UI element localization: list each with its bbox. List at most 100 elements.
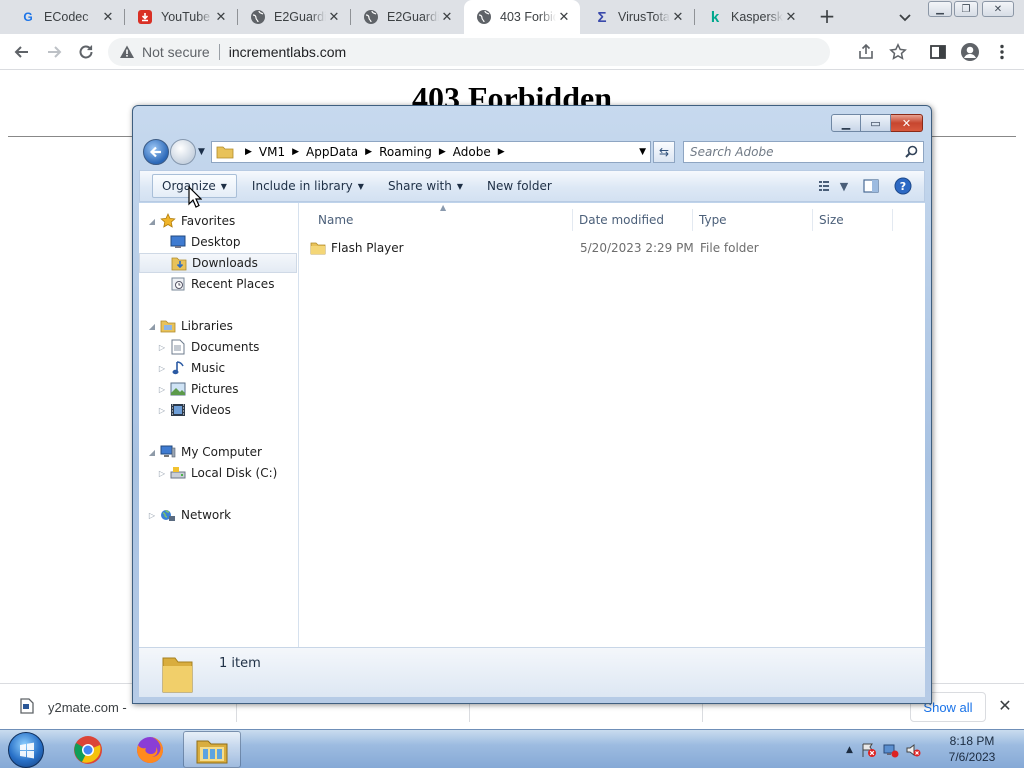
warning-icon[interactable] xyxy=(118,44,136,60)
tab-kaspersky[interactable]: k Kaspersky ✕ xyxy=(695,0,807,34)
include-in-library-button[interactable]: Include in library ▼ xyxy=(243,174,373,198)
new-tab-button[interactable]: + xyxy=(816,6,838,28)
close-tab-icon[interactable]: ✕ xyxy=(326,9,342,25)
nav-item-documents[interactable]: ▷ Documents xyxy=(157,337,259,357)
collapse-arrow-icon[interactable]: ◢ xyxy=(147,448,157,457)
action-center-flag-icon[interactable] xyxy=(861,742,877,758)
search-icon[interactable] xyxy=(905,145,918,161)
nav-my-computer[interactable]: ◢ My Computer xyxy=(147,442,262,462)
file-row[interactable]: Flash Player 5/20/2023 2:29 PM File fold… xyxy=(310,237,910,259)
close-tab-icon[interactable]: ✕ xyxy=(556,9,572,25)
volume-muted-icon[interactable] xyxy=(905,742,921,758)
close-icon[interactable]: ✕ xyxy=(996,698,1014,716)
column-header-type[interactable]: Type xyxy=(693,209,813,231)
breadcrumb-item[interactable]: Adobe xyxy=(453,145,491,159)
column-header-name[interactable]: Name ▲ xyxy=(312,203,573,231)
expand-arrow-icon[interactable]: ▷ xyxy=(157,385,167,394)
clock[interactable]: 8:18 PM 7/6/2023 xyxy=(930,733,1014,765)
chevron-right-icon[interactable]: ▶ xyxy=(365,147,372,157)
close-tab-icon[interactable]: ✕ xyxy=(100,9,116,25)
tab-e2guardian-1[interactable]: E2Guardian ✕ xyxy=(238,0,350,34)
minimize-button[interactable]: ▁ xyxy=(831,114,861,132)
nav-item-downloads[interactable]: Downloads xyxy=(139,253,297,273)
address-history-dropdown-icon[interactable]: ▼ xyxy=(639,147,646,157)
column-header-date-modified[interactable]: Date modified xyxy=(573,209,693,231)
start-button[interactable] xyxy=(8,732,44,768)
close-tab-icon[interactable]: ✕ xyxy=(670,9,686,25)
nav-network[interactable]: ▷ Network xyxy=(147,505,231,525)
nav-label: Local Disk (C:) xyxy=(191,466,278,480)
share-with-button[interactable]: Share with ▼ xyxy=(379,174,472,198)
taskbar-chrome[interactable] xyxy=(59,731,117,768)
close-tab-icon[interactable]: ✕ xyxy=(213,9,229,25)
forward-button[interactable] xyxy=(170,139,196,165)
back-button[interactable] xyxy=(143,139,169,165)
tab-youtube[interactable]: YouTube ✕ xyxy=(125,0,237,34)
expand-arrow-icon[interactable]: ▷ xyxy=(157,406,167,415)
nav-item-recent-places[interactable]: Recent Places xyxy=(167,274,274,294)
help-icon[interactable]: ? xyxy=(892,176,914,196)
nav-favorites[interactable]: ◢ Favorites xyxy=(147,211,235,231)
nav-item-pictures[interactable]: ▷ Pictures xyxy=(157,379,239,399)
recent-places-icon xyxy=(169,276,187,292)
refresh-button[interactable]: ⇆ xyxy=(653,141,675,163)
network-status-icon[interactable] xyxy=(883,742,899,758)
tab-virustotal[interactable]: Σ VirusTotal ✕ xyxy=(582,0,694,34)
close-tab-icon[interactable]: ✕ xyxy=(439,9,455,25)
nav-item-videos[interactable]: ▷ Videos xyxy=(157,400,231,420)
restore-window-button[interactable]: ❐ xyxy=(954,1,978,17)
search-input[interactable]: Search Adobe xyxy=(683,141,924,163)
change-view-icon[interactable] xyxy=(816,176,838,196)
new-folder-button[interactable]: New folder xyxy=(478,174,561,198)
menu-dots-icon[interactable] xyxy=(992,42,1012,62)
tab-search-icon[interactable] xyxy=(896,8,914,26)
chevron-right-icon[interactable]: ▶ xyxy=(292,147,299,157)
recent-pages-dropdown-icon[interactable]: ▼ xyxy=(198,147,205,157)
close-window-button[interactable]: ✕ xyxy=(982,1,1014,17)
security-label[interactable]: Not secure xyxy=(142,44,210,60)
maximize-button[interactable]: ▭ xyxy=(861,114,891,132)
chrome-icon xyxy=(74,735,102,764)
profile-avatar-icon[interactable] xyxy=(960,42,980,62)
tab-403-forbidden[interactable]: 403 Forbidden ✕ xyxy=(464,0,580,34)
tab-ecodec[interactable]: G ECodec ✕ xyxy=(8,0,124,34)
breadcrumb-item[interactable]: VM1 xyxy=(259,145,285,159)
expand-arrow-icon[interactable]: ▷ xyxy=(147,511,157,520)
expand-arrow-icon[interactable]: ▷ xyxy=(157,343,167,352)
tab-e2guardian-2[interactable]: E2Guardian ✕ xyxy=(351,0,463,34)
close-tab-icon[interactable]: ✕ xyxy=(783,9,799,25)
side-panel-icon[interactable] xyxy=(928,42,948,62)
breadcrumb[interactable]: ▶ VM1 ▶ AppData ▶ Roaming ▶ Adobe ▶ ▼ xyxy=(211,141,651,163)
close-button[interactable]: ✕ xyxy=(891,114,923,132)
collapse-arrow-icon[interactable]: ◢ xyxy=(147,217,157,226)
taskbar-firefox[interactable] xyxy=(121,731,179,768)
breadcrumb-item[interactable]: Roaming xyxy=(379,145,432,159)
reload-icon[interactable] xyxy=(74,40,98,64)
chevron-right-icon[interactable]: ▶ xyxy=(439,147,446,157)
bookmark-star-icon[interactable] xyxy=(888,42,908,62)
show-hidden-icons-icon[interactable]: ▲ xyxy=(846,745,853,755)
forward-icon[interactable] xyxy=(42,40,66,64)
preview-pane-icon[interactable] xyxy=(860,176,882,196)
url-text[interactable]: incrementlabs.com xyxy=(229,44,347,60)
back-icon[interactable] xyxy=(10,40,34,64)
share-icon[interactable] xyxy=(856,42,876,62)
expand-arrow-icon[interactable]: ▷ xyxy=(157,469,167,478)
breadcrumb-item[interactable]: AppData xyxy=(306,145,358,159)
chevron-down-icon: ▼ xyxy=(220,181,227,191)
download-filename[interactable]: y2mate.com - xyxy=(48,700,127,715)
nav-libraries[interactable]: ◢ Libraries xyxy=(147,316,233,336)
taskbar-explorer[interactable] xyxy=(183,731,241,768)
nav-item-music[interactable]: ▷ Music xyxy=(157,358,225,378)
chevron-right-icon[interactable]: ▶ xyxy=(498,147,505,157)
view-options-dropdown-icon[interactable]: ▼ xyxy=(838,176,850,196)
chevron-right-icon[interactable]: ▶ xyxy=(245,147,252,157)
column-header-size[interactable]: Size xyxy=(813,209,893,231)
minimize-window-button[interactable]: ▁ xyxy=(928,1,952,17)
expand-arrow-icon[interactable]: ▷ xyxy=(157,364,167,373)
nav-item-local-disk[interactable]: ▷ Local Disk (C:) xyxy=(157,463,277,483)
address-bar[interactable]: Not secure incrementlabs.com xyxy=(108,38,830,66)
nav-item-desktop[interactable]: Desktop xyxy=(167,232,241,252)
download-item[interactable]: y2mate.com - xyxy=(20,692,127,722)
collapse-arrow-icon[interactable]: ◢ xyxy=(147,322,157,331)
